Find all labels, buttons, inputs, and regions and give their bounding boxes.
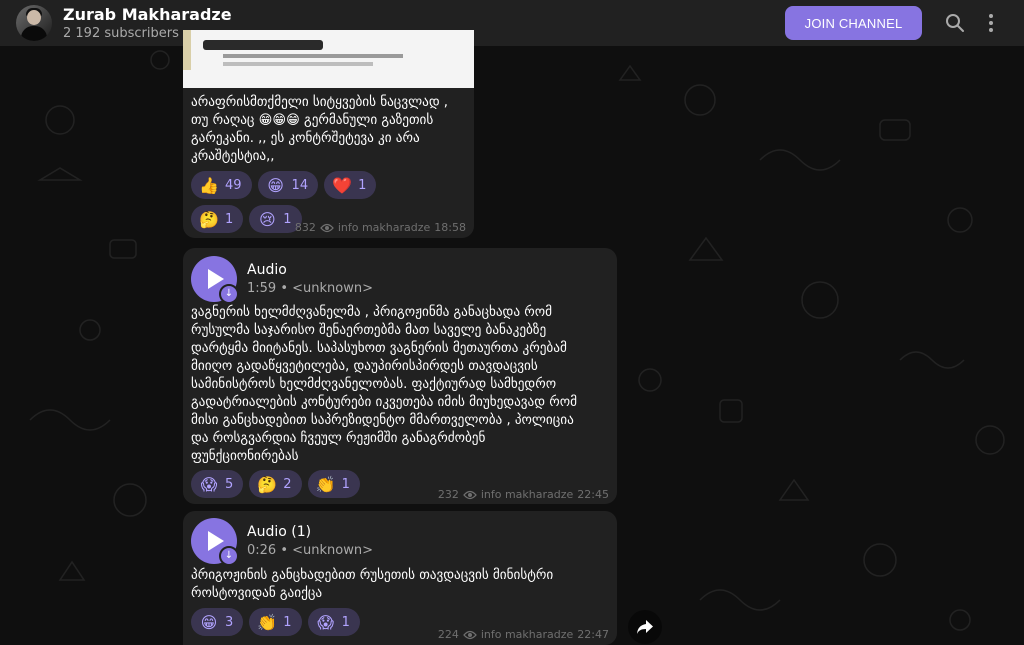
post-time: 22:47 [577, 628, 609, 641]
reactions-bar: 😱 5 🤔 2 👏 1 [191, 470, 360, 498]
reaction-count: 3 [225, 614, 234, 630]
play-button[interactable]: ↓ [191, 518, 239, 566]
message-text: პრიგოჟინის განცხადებით რუსეთის თავდაცვის… [191, 568, 554, 601]
download-icon[interactable]: ↓ [219, 284, 239, 304]
eye-icon [462, 630, 477, 639]
post-author: info makharadze [337, 221, 431, 234]
eye-icon [319, 223, 334, 232]
clap-emoji: 👏 [315, 474, 336, 494]
grin-emoji: 😁 [267, 175, 284, 195]
message-meta: 832 info makharadze 18:58 [295, 221, 466, 234]
message-meta: 232 info makharadze 22:45 [438, 488, 609, 501]
post-author: info makharadze [480, 628, 574, 641]
channel-post: ↓ Audio (1) 0:26 • <unknown> პრიგოჟინის … [183, 511, 617, 645]
scream-emoji: 😱 [200, 474, 218, 494]
view-count: 224 [437, 628, 459, 641]
audio-title: Audio [247, 261, 287, 278]
channel-avatar[interactable] [16, 5, 52, 41]
post-author: info makharadze [480, 488, 574, 501]
play-button[interactable]: ↓ [191, 256, 239, 304]
crying-emoji: 😢 [258, 209, 276, 229]
reaction-count: 1 [283, 211, 292, 227]
heart-emoji: ❤️ [332, 175, 353, 195]
reactions-bar: 😁 3 👏 1 😱 1 [191, 608, 360, 636]
search-icon[interactable] [938, 6, 972, 40]
reaction-count: 5 [225, 476, 234, 492]
reaction-count: 1 [283, 614, 292, 630]
more-vertical-icon[interactable] [974, 6, 1008, 40]
scream-emoji: 😱 [317, 612, 334, 632]
download-icon[interactable]: ↓ [219, 546, 239, 566]
audio-title: Audio (1) [247, 523, 312, 540]
clap-emoji: 👏 [257, 612, 278, 632]
share-icon[interactable] [628, 610, 662, 644]
grin-emoji: 😁 [200, 612, 218, 632]
audio-attachment: ↓ Audio (1) 0:26 • <unknown> [191, 518, 373, 566]
reaction-count: 1 [225, 211, 234, 227]
reaction-thinking[interactable]: 🤔 2 [249, 470, 302, 498]
thinking-emoji: 🤔 [199, 209, 219, 229]
view-count: 832 [294, 221, 316, 234]
reaction-count: 49 [225, 177, 242, 193]
reaction-scream[interactable]: 😱 1 [307, 608, 360, 636]
message-meta: 224 info makharadze 22:47 [438, 628, 609, 641]
post-photo[interactable] [183, 30, 474, 88]
audio-duration-performer: 0:26 • <unknown> [247, 542, 373, 558]
reaction-count: 2 [283, 476, 292, 492]
reaction-clap[interactable]: 👏 1 [307, 470, 360, 498]
channel-post: არაფრისმთქმელი სიტყვების ნაცვლად , თუ რა… [183, 30, 474, 238]
reaction-heart[interactable]: ❤️ 1 [324, 171, 377, 199]
reaction-grin[interactable]: 😁 14 [257, 171, 319, 199]
post-time: 18:58 [434, 221, 466, 234]
reaction-thumbs-up[interactable]: 👍 49 [191, 171, 252, 199]
channel-post: ↓ Audio 1:59 • <unknown> ვაგნერის ხელმძღ… [183, 248, 617, 504]
audio-duration-performer: 1:59 • <unknown> [247, 280, 373, 296]
post-time: 22:45 [577, 488, 609, 501]
reaction-count: 1 [341, 476, 350, 492]
view-count: 232 [437, 488, 459, 501]
reaction-count: 14 [291, 177, 309, 193]
thumbs-up-emoji: 👍 [199, 175, 219, 195]
channel-name: Zurab Makharadze [63, 4, 232, 24]
reaction-count: 1 [341, 614, 350, 630]
audio-attachment: ↓ Audio 1:59 • <unknown> [191, 256, 373, 304]
reaction-clap[interactable]: 👏 1 [249, 608, 302, 636]
reaction-scream[interactable]: 😱 5 [191, 470, 244, 498]
message-text: ვაგნერის ხელმძღვანელმა , პრიგოჟინმა განა… [191, 305, 577, 464]
message-text: არაფრისმთქმელი სიტყვების ნაცვლად , თუ რა… [191, 95, 448, 164]
eye-icon [462, 490, 477, 499]
reaction-count: 1 [358, 177, 367, 193]
channel-header: Zurab Makharadze 2 192 subscribers JOIN … [0, 0, 1024, 46]
reaction-crying[interactable]: 😢 1 [249, 205, 302, 233]
reaction-grin[interactable]: 😁 3 [191, 608, 244, 636]
join-channel-button[interactable]: JOIN CHANNEL [785, 6, 922, 40]
reaction-thinking[interactable]: 🤔 1 [191, 205, 244, 233]
thinking-emoji: 🤔 [257, 474, 278, 494]
